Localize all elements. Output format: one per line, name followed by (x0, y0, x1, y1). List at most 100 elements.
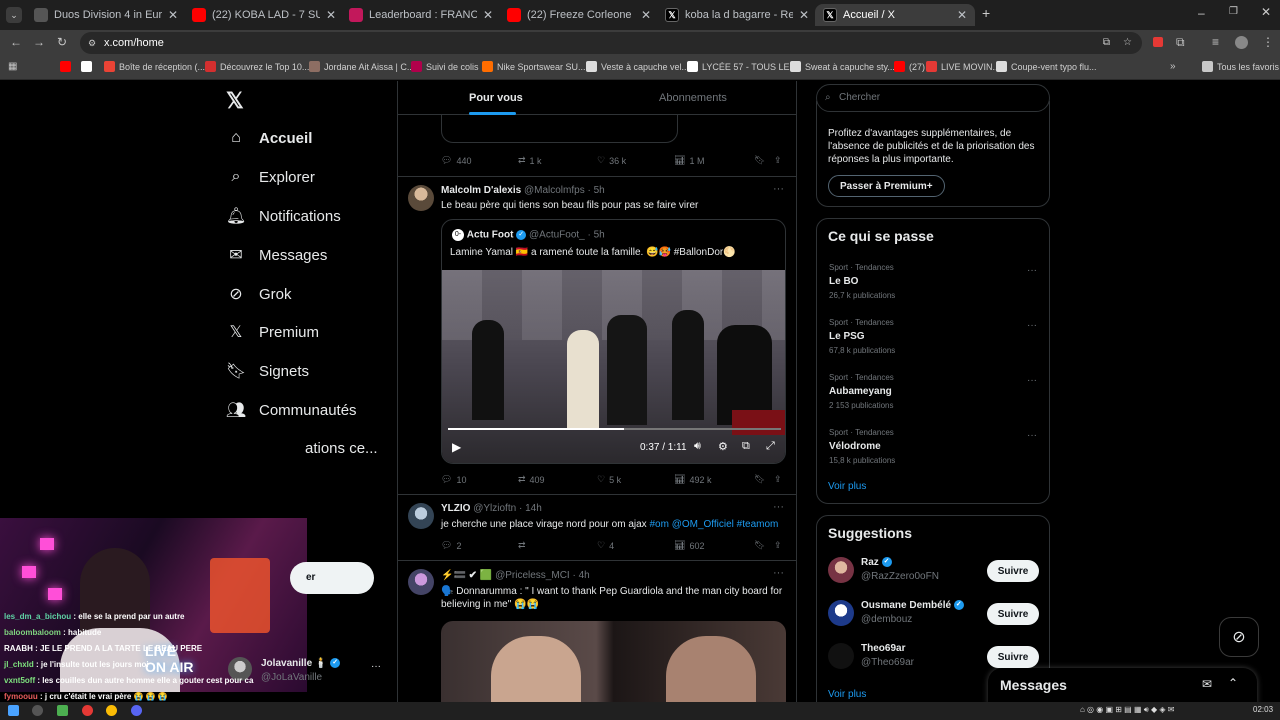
close-tab-icon[interactable]: ✕ (641, 8, 651, 22)
more-options-icon[interactable]: ··· (773, 183, 784, 195)
reload-icon[interactable]: ↻ (57, 35, 67, 49)
browser-tab[interactable]: (22) KOBA LAD - 7 SUR 7 FT. FI ✕ (184, 4, 344, 26)
browser-tab[interactable]: Leaderboard : FRANCE | Erazer ✕ (341, 4, 501, 26)
tab-following[interactable]: Abonnements (659, 92, 727, 104)
bookmark-item[interactable]: LIVE MOVIN... (926, 61, 1000, 72)
bookmark-icon[interactable]: 🔖︎ (754, 155, 765, 166)
windows-start-icon[interactable] (8, 705, 19, 716)
nav-item-more[interactable]: ations ce... (305, 440, 378, 457)
premium-plus-button[interactable]: Passer à Premium+ (828, 175, 945, 197)
post-button-partial[interactable]: er (290, 562, 374, 594)
all-bookmarks[interactable]: Tous les favoris (1202, 61, 1279, 72)
expand-icon[interactable]: ⌃ (1228, 676, 1238, 690)
x-logo[interactable]: 𝕏 (226, 88, 244, 114)
reply-button[interactable]: 💬︎ 440 (441, 155, 471, 166)
settings-icon[interactable]: ⚙ (718, 440, 728, 453)
views-button[interactable]: 📊︎ 492 k (674, 474, 711, 485)
new-message-icon[interactable]: ✉ (1202, 677, 1212, 691)
close-tab-icon[interactable]: ✕ (957, 8, 967, 22)
back-icon[interactable]: ← (10, 35, 22, 49)
bookmark-icon[interactable]: 🔖︎ (754, 540, 765, 551)
site-info-icon[interactable]: ⚙ (88, 32, 96, 54)
avatar[interactable] (828, 643, 854, 669)
reply-button[interactable]: 💬︎ 2 (441, 540, 461, 551)
menu-icon[interactable]: ⋮ (1262, 35, 1274, 49)
pip-icon[interactable]: ⧉ (742, 440, 750, 453)
opera-icon[interactable] (82, 705, 93, 716)
share-icon[interactable]: ⇪ (774, 155, 782, 166)
suggestion-item[interactable]: Raz ✓ @RazZzero0oFN Suivre (817, 554, 1049, 590)
suggestion-item[interactable]: Ousmane Dembélé ✓ @dembouz Suivre (817, 597, 1049, 633)
trend-item[interactable]: Sport · Tendances Aubameyang 2 153 publica… (817, 373, 1049, 423)
bookmark-item[interactable] (60, 61, 71, 72)
more-options-icon[interactable]: ··· (773, 501, 784, 513)
avatar[interactable] (408, 569, 434, 595)
video-progress-bar[interactable] (448, 428, 781, 430)
nav-item-home[interactable]: ⌂ Accueil (227, 129, 312, 147)
author-handle[interactable]: @Ylzioftn (473, 503, 516, 514)
apps-grid-icon[interactable]: ▦ (8, 61, 17, 72)
profile-avatar[interactable] (1235, 36, 1248, 49)
quoted-tweet[interactable]: 0- Actu Foot ✓ @ActuFoot_ · 5h Lamine Ya… (441, 219, 786, 464)
hashtag-links[interactable]: #om @OM_Officiel #teamom (649, 519, 778, 530)
tweet[interactable]: Malcolm D'alexis @Malcolmfps · 5h ··· Le… (398, 176, 796, 494)
browser-tab[interactable]: 𝕏koba la d bagarre - Recherche / ✕ (657, 4, 817, 26)
close-tab-icon[interactable]: ✕ (483, 8, 493, 22)
discord-icon[interactable] (131, 705, 142, 716)
video-player[interactable]: ▶ 0:37 / 1:11 🔊︎ ⚙ ⧉ ⤢ (442, 270, 785, 463)
browser-tab[interactable]: 𝕏 Accueil / X ✕ (815, 4, 975, 26)
chrome-icon[interactable] (106, 705, 117, 716)
author-handle[interactable]: @Priceless_MCI (495, 570, 570, 581)
bookmark-item[interactable] (81, 61, 92, 72)
follow-button[interactable]: Suivre (987, 646, 1039, 668)
browser-tab[interactable]: (22) Freeze Corleone : l'humain ✕ (499, 4, 659, 26)
like-button[interactable]: ♡ 36 k (597, 155, 626, 166)
bookmark-item[interactable]: Suivi de colis (411, 61, 479, 72)
close-window-button[interactable]: ✕ (1261, 5, 1271, 19)
trend-item[interactable]: Sport · Tendances Le PSG 67,8 k publicatio… (817, 318, 1049, 368)
install-icon[interactable]: ⧉ (1103, 32, 1110, 54)
avatar[interactable] (408, 503, 434, 529)
suggestion-name[interactable]: Ousmane Dembélé ✓ (861, 600, 964, 611)
close-tab-icon[interactable]: ✕ (326, 8, 336, 22)
trend-more-icon[interactable]: ··· (1027, 375, 1037, 386)
tab-for-you[interactable]: Pour vous (469, 92, 523, 104)
see-more-trends[interactable]: Voir plus (828, 481, 866, 492)
bookmark-item[interactable]: Jordane Ait Aissa | C... (309, 61, 414, 72)
share-icon[interactable]: ⇪ (774, 540, 782, 551)
bookmark-item[interactable]: (27) (894, 61, 925, 72)
trend-item[interactable]: Sport · Tendances Le BO 26,7 k publication… (817, 263, 1049, 313)
nav-item-mail[interactable]: ✉ Messages (227, 246, 327, 265)
fullscreen-icon[interactable]: ⤢ (766, 440, 775, 453)
system-tray-icons[interactable]: ⌂ ◎ ◉ ▣ ⊞ ▤ ▦ 🔊︎ ◆ ◈ ✉ (1080, 705, 1174, 715)
follow-button[interactable]: Suivre (987, 603, 1039, 625)
avatar[interactable] (828, 600, 854, 626)
search-icon[interactable] (32, 705, 43, 716)
views-button[interactable]: 📊︎ 602 (674, 540, 704, 551)
volume-icon[interactable]: 🔊︎ (694, 440, 701, 453)
restore-button[interactable]: ❐ (1229, 6, 1238, 17)
bookmark-item[interactable]: Veste à capuche vel... (586, 61, 689, 72)
close-tab-icon[interactable]: ✕ (168, 8, 178, 22)
messages-drawer[interactable]: Messages ✉ ⌃ (988, 668, 1257, 705)
author-name[interactable]: ⚡🟰 ✔ 🟩 (441, 570, 492, 581)
bookmark-item[interactable]: Nike Sportswear SU... (482, 61, 586, 72)
repost-button[interactable]: ⇄ 1 k (518, 155, 542, 166)
author-name[interactable]: Malcolm D'alexis (441, 185, 521, 196)
address-bar[interactable]: ⚙ x.com/home ⧉ ☆ (80, 32, 1142, 54)
tweet[interactable]: YLZIO @Ylzioftn · 14h ··· je cherche une… (398, 494, 796, 560)
nav-item-bookmark[interactable]: 🔖︎ Signets (226, 362, 309, 381)
suggestion-name[interactable]: Theo69ar (861, 643, 905, 654)
more-options-icon[interactable]: ··· (773, 567, 784, 579)
suggestion-name[interactable]: Raz ✓ (861, 557, 892, 568)
share-icon[interactable]: ⇪ (774, 474, 782, 485)
extension-red-icon[interactable] (1153, 37, 1163, 47)
play-icon[interactable]: ▶ (452, 440, 461, 454)
bookmark-icon[interactable]: 🔖︎ (754, 474, 765, 485)
avatar[interactable] (828, 557, 854, 583)
extensions-icon[interactable]: ⧉ (1176, 35, 1185, 50)
trend-more-icon[interactable]: ··· (1027, 430, 1037, 441)
forward-icon[interactable]: → (33, 35, 45, 49)
like-button[interactable]: ♡ 5 k (597, 474, 621, 485)
repost-button[interactable]: ⇄ (518, 540, 526, 551)
